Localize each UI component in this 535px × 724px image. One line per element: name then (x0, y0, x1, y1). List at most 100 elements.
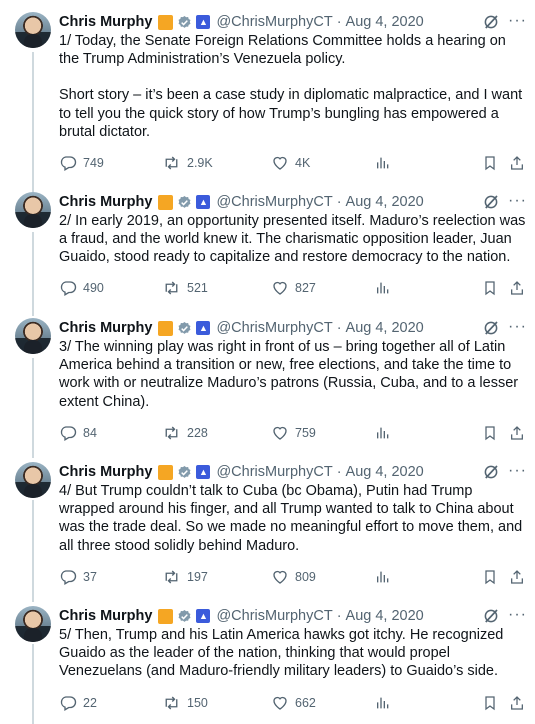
verified-badge-icon (177, 15, 192, 30)
bookmark-icon (485, 281, 495, 296)
thread-connector (32, 358, 34, 458)
separator: · (336, 608, 342, 624)
avatar[interactable] (15, 192, 51, 228)
like-icon (273, 426, 287, 440)
author-handle[interactable]: @ChrisMurphyCT (216, 14, 332, 30)
author-name[interactable]: Chris Murphy (59, 608, 152, 624)
share-icon (511, 570, 523, 584)
like-button[interactable]: 4K (271, 154, 310, 172)
affiliate-badge-icon (158, 320, 174, 336)
verified-badge-icon (177, 465, 192, 480)
reply-button[interactable]: 749 (59, 154, 104, 172)
author-name[interactable]: Chris Murphy (59, 14, 152, 30)
affiliate-badge-icon (158, 608, 174, 624)
affiliate-badge-icon (158, 14, 174, 30)
avatar[interactable] (15, 318, 51, 354)
verified-badge-icon (177, 195, 192, 210)
share-icon (511, 426, 523, 440)
reply-button[interactable]: 22 (59, 694, 97, 712)
like-button[interactable]: 827 (271, 279, 316, 297)
views-icon (377, 697, 389, 709)
tweet-date[interactable]: Aug 4, 2020 (346, 608, 424, 624)
author-name[interactable]: Chris Murphy (59, 320, 152, 336)
bookmark-icon (485, 156, 495, 171)
like-button[interactable]: 809 (271, 568, 316, 586)
views-button[interactable] (375, 568, 397, 586)
share-button[interactable] (509, 694, 531, 712)
more-options-button[interactable]: ··· (508, 12, 527, 30)
retweet-button[interactable]: 228 (162, 424, 208, 442)
tweet-text: 1/ Today, the Senate Foreign Relations C… (59, 32, 527, 141)
tweet-date[interactable]: Aug 4, 2020 (346, 194, 424, 210)
like-button[interactable]: 662 (271, 694, 316, 712)
retweet-count: 2.9K (187, 156, 213, 170)
author-name[interactable]: Chris Murphy (59, 464, 152, 480)
retweet-button[interactable]: 197 (162, 568, 208, 586)
tweet-paragraph: 4/ But Trump couldn’t talk to Cuba (bc O… (59, 483, 523, 554)
more-options-button[interactable]: ··· (508, 462, 527, 480)
retweet-icon (165, 570, 178, 584)
author-handle[interactable]: @ChrisMurphyCT (216, 194, 332, 210)
tweet-header: Chris Murphy ▲ @ChrisMurphyCT · Aug 4, 2… (59, 606, 424, 626)
tweet-actions: 490 521 827 (59, 279, 529, 297)
author-handle[interactable]: @ChrisMurphyCT (216, 320, 332, 336)
author-handle[interactable]: @ChrisMurphyCT (216, 608, 332, 624)
tweet-header: Chris Murphy ▲ @ChrisMurphyCT · Aug 4, 2… (59, 192, 424, 212)
share-button[interactable] (509, 568, 531, 586)
share-icon (511, 156, 523, 170)
verified-badge-icon (177, 609, 192, 624)
like-icon (273, 570, 287, 584)
like-count: 759 (295, 426, 316, 440)
author-handle[interactable]: @ChrisMurphyCT (216, 464, 332, 480)
tweet-paragraph: 1/ Today, the Senate Foreign Relations C… (59, 33, 506, 68)
bookmark-button[interactable] (482, 279, 504, 297)
like-button[interactable]: 759 (271, 424, 316, 442)
more-options-button[interactable]: ··· (508, 606, 527, 624)
avatar[interactable] (15, 606, 51, 642)
like-icon (273, 281, 287, 295)
government-badge-icon: ▲ (196, 609, 211, 623)
thread-connector (32, 644, 34, 724)
retweet-button[interactable]: 521 (162, 279, 208, 297)
avatar[interactable] (15, 462, 51, 498)
share-button[interactable] (509, 279, 531, 297)
retweet-count: 521 (187, 281, 208, 295)
bookmark-button[interactable] (482, 424, 504, 442)
bookmark-button[interactable] (482, 694, 504, 712)
retweet-icon (165, 281, 178, 295)
tweet-paragraph: 5/ Then, Trump and his Latin America haw… (59, 627, 504, 680)
retweet-count: 228 (187, 426, 208, 440)
tweet-date[interactable]: Aug 4, 2020 (346, 320, 424, 336)
separator: · (336, 320, 342, 336)
views-button[interactable] (375, 424, 397, 442)
reply-icon (60, 426, 77, 441)
share-button[interactable] (509, 154, 531, 172)
like-icon (273, 696, 287, 710)
author-name[interactable]: Chris Murphy (59, 194, 152, 210)
tweet-text: 4/ But Trump couldn’t talk to Cuba (bc O… (59, 482, 527, 555)
views-button[interactable] (375, 279, 397, 297)
reply-count: 490 (83, 281, 104, 295)
retweet-button[interactable]: 150 (162, 694, 208, 712)
views-button[interactable] (375, 694, 397, 712)
views-button[interactable] (375, 154, 397, 172)
government-badge-icon: ▲ (196, 465, 211, 479)
reply-button[interactable]: 37 (59, 568, 97, 586)
retweet-button[interactable]: 2.9K (162, 154, 213, 172)
avatar[interactable] (15, 12, 51, 48)
thread-connector (32, 500, 34, 602)
retweet-icon (165, 696, 178, 710)
bookmark-button[interactable] (482, 568, 504, 586)
tweet-date[interactable]: Aug 4, 2020 (346, 464, 424, 480)
reply-count: 84 (83, 426, 97, 440)
reply-button[interactable]: 84 (59, 424, 97, 442)
retweet-count: 150 (187, 696, 208, 710)
tweet-date[interactable]: Aug 4, 2020 (346, 14, 424, 30)
more-options-button[interactable]: ··· (508, 318, 527, 336)
share-icon (511, 281, 523, 295)
bookmark-button[interactable] (482, 154, 504, 172)
share-button[interactable] (509, 424, 531, 442)
reply-button[interactable]: 490 (59, 279, 104, 297)
government-badge-icon: ▲ (196, 321, 211, 335)
more-options-button[interactable]: ··· (508, 192, 527, 210)
